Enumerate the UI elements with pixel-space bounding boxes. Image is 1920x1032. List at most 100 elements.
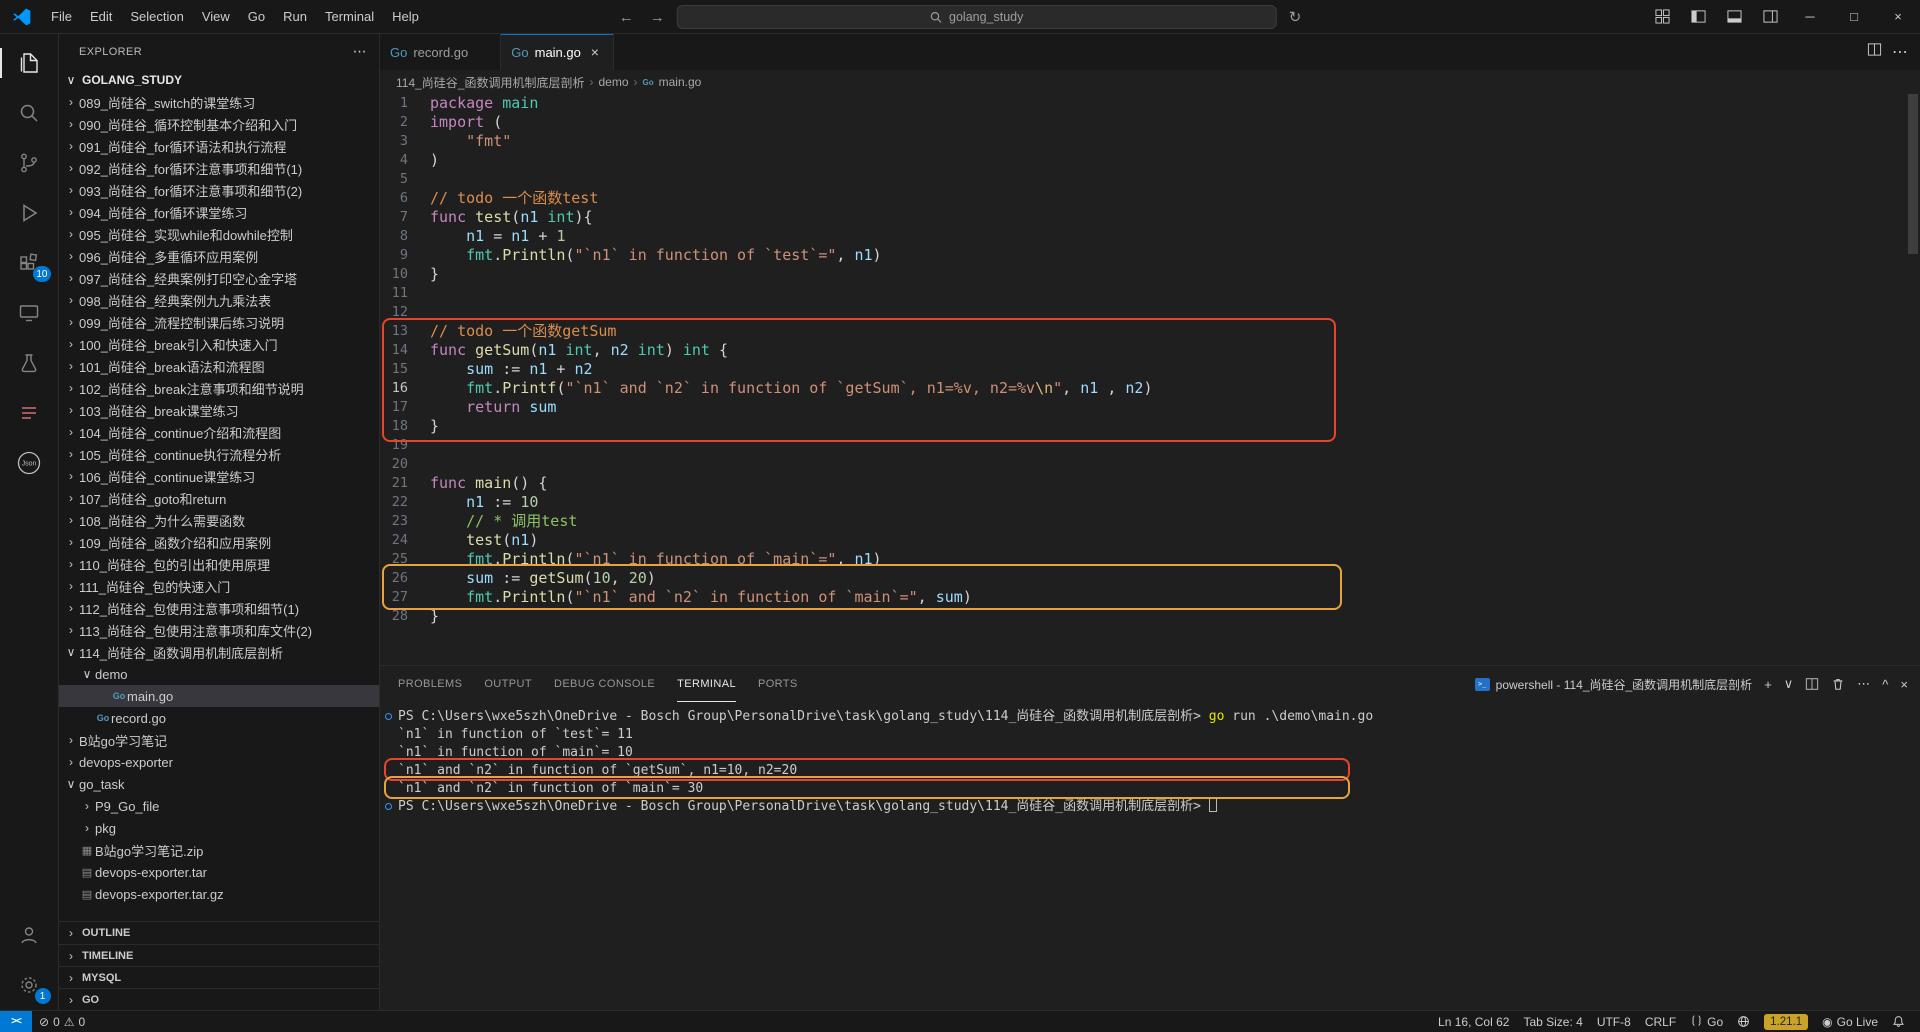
code-line[interactable]: 1 package main	[380, 94, 1920, 113]
breadcrumb[interactable]: 114_尚硅谷_函数调用机制底层剖析 › demo › Go main.go	[380, 70, 1920, 94]
menu-go[interactable]: Go	[239, 0, 274, 34]
tree-item[interactable]: › 094_尚硅谷_for循环课堂练习	[59, 201, 379, 223]
notifications-bell-icon[interactable]	[1885, 1011, 1912, 1032]
extensions-icon[interactable]: 10	[0, 238, 59, 288]
kill-terminal-icon[interactable]	[1831, 677, 1845, 691]
split-terminal-icon[interactable]	[1805, 677, 1819, 691]
code-editor[interactable]: 1 package main 2 import (3 "fmt" 4) 5 6// todo…	[380, 94, 1920, 665]
code-line[interactable]: 15 sum := n1 + n2	[380, 360, 1920, 379]
tree-item[interactable]: › 105_尚硅谷_continue执行流程分析	[59, 443, 379, 465]
eol[interactable]: CRLF	[1638, 1011, 1683, 1032]
close-button[interactable]: ×	[1876, 0, 1920, 34]
tree-item[interactable]: › 108_尚硅谷_为什么需要函数	[59, 509, 379, 531]
menu-selection[interactable]: Selection	[121, 0, 192, 34]
panel-tab-debug-console[interactable]: DEBUG CONSOLE	[554, 666, 655, 702]
tree-item[interactable]: › B站go学习笔记	[59, 729, 379, 751]
panel-tab-terminal[interactable]: TERMINAL	[677, 666, 736, 702]
tree-item[interactable]: Go main.go	[59, 685, 379, 707]
code-line[interactable]: 12	[380, 303, 1920, 322]
menu-run[interactable]: Run	[274, 0, 316, 34]
code-line[interactable]: 2 import (	[380, 113, 1920, 132]
code-line[interactable]: 10}	[380, 265, 1920, 284]
tree-item[interactable]: › 092_尚硅谷_for循环注意事项和细节(1)	[59, 157, 379, 179]
panel-more-icon[interactable]: ⋯	[1857, 676, 1870, 692]
tree-item[interactable]: › 113_尚硅谷_包使用注意事项和库文件(2)	[59, 619, 379, 641]
tab-record.go[interactable]: Go record.go	[380, 34, 502, 70]
tree-item[interactable]: ∨ demo	[59, 663, 379, 685]
code-line[interactable]: 3 "fmt"	[380, 132, 1920, 151]
menu-terminal[interactable]: Terminal	[316, 0, 383, 34]
tree-item[interactable]: › 090_尚硅谷_循环控制基本介绍和入门	[59, 113, 379, 135]
menu-edit[interactable]: Edit	[81, 0, 121, 34]
panel-tab-problems[interactable]: PROBLEMS	[398, 666, 462, 702]
settings-gear-icon[interactable]: 1	[0, 960, 59, 1010]
tree-item[interactable]: › P9_Go_file	[59, 795, 379, 817]
tree-item[interactable]: › 099_尚硅谷_流程控制课后练习说明	[59, 311, 379, 333]
code-line[interactable]: 26 sum := getSum(10, 20)	[380, 569, 1920, 588]
code-line[interactable]: 11	[380, 284, 1920, 303]
menu-view[interactable]: View	[193, 0, 239, 34]
code-line[interactable]: 25 fmt.Println("`n1` in function of `mai…	[380, 550, 1920, 569]
terminal-dropdown-icon[interactable]: ∨	[1784, 676, 1794, 692]
terminal-title[interactable]: >_ powershell - 114_尚硅谷_函数调用机制底层剖析	[1474, 676, 1752, 693]
close-icon[interactable]: ×	[587, 44, 603, 60]
forward-icon[interactable]: →	[646, 9, 669, 26]
sync-icon[interactable]: ↻	[1285, 8, 1306, 26]
layout-sidebar-left-icon[interactable]	[1680, 0, 1716, 34]
workspace-root-header[interactable]: ∨ GOLANG_STUDY	[59, 69, 379, 91]
code-line[interactable]: 7 func test(n1 int){	[380, 208, 1920, 227]
panel-tab-ports[interactable]: PORTS	[758, 666, 798, 702]
code-line[interactable]: 14 func getSum(n1 int, n2 int) int {	[380, 341, 1920, 360]
remote-indicator[interactable]: ><	[0, 1010, 32, 1032]
tree-item[interactable]: › 096_尚硅谷_多重循环应用案例	[59, 245, 379, 267]
go-live-button[interactable]: ◉ Go Live	[1815, 1011, 1885, 1032]
code-line[interactable]: 24 test(n1)	[380, 531, 1920, 550]
terminal[interactable]: PS C:\Users\wxe5szh\OneDrive - Bosch Gro…	[380, 702, 1920, 1010]
code-line[interactable]: 17 return sum	[380, 398, 1920, 417]
tree-item[interactable]: › 103_尚硅谷_break课堂练习	[59, 399, 379, 421]
code-line[interactable]: 28}	[380, 607, 1920, 626]
project-manager-icon[interactable]	[0, 388, 59, 438]
remote-explorer-icon[interactable]	[0, 288, 59, 338]
tree-item[interactable]: Go record.go	[59, 707, 379, 729]
tree-item[interactable]: ▤ devops-exporter.tar.gz	[59, 883, 379, 905]
code-line[interactable]: 27 fmt.Println("`n1` and `n2` in functio…	[380, 588, 1920, 607]
code-line[interactable]: 4)	[380, 151, 1920, 170]
code-line[interactable]: 23 // * 调用test	[380, 512, 1920, 531]
maximize-panel-icon[interactable]: ^	[1882, 677, 1888, 692]
back-icon[interactable]: ←	[615, 9, 638, 26]
sidebar-section-mysql[interactable]: › MYSQL	[59, 966, 379, 988]
command-center-search[interactable]: golang_study	[676, 5, 1277, 29]
close-panel-icon[interactable]: ×	[1900, 677, 1908, 692]
command-decoration-icon[interactable]	[385, 713, 392, 720]
menu-file[interactable]: File	[42, 0, 81, 34]
code-line[interactable]: 9 fmt.Println("`n1` in function of `test…	[380, 246, 1920, 265]
sidebar-section-go[interactable]: › GO	[59, 988, 379, 1010]
tree-item[interactable]: › devops-exporter	[59, 751, 379, 773]
code-line[interactable]: 18}	[380, 417, 1920, 436]
tree-item[interactable]: › 100_尚硅谷_break引入和快速入门	[59, 333, 379, 355]
command-decoration-icon[interactable]	[385, 803, 392, 810]
menu-help[interactable]: Help	[383, 0, 428, 34]
layout-sidebar-right-icon[interactable]	[1752, 0, 1788, 34]
tab-main.go[interactable]: Go main.go ×	[501, 34, 614, 70]
tree-item[interactable]: › 107_尚硅谷_goto和return	[59, 487, 379, 509]
encoding[interactable]: UTF-8	[1590, 1011, 1638, 1032]
minimize-button[interactable]: ─	[1788, 0, 1832, 34]
search-view-icon[interactable]	[0, 88, 59, 138]
code-line[interactable]: 5	[380, 170, 1920, 189]
tree-item[interactable]: › 095_尚硅谷_实现while和dowhile控制	[59, 223, 379, 245]
editor-scrollbar[interactable]	[1908, 94, 1918, 254]
testing-icon[interactable]	[0, 338, 59, 388]
accounts-icon[interactable]	[0, 910, 59, 960]
maximize-button[interactable]: □	[1832, 0, 1876, 34]
tree-item[interactable]: › 112_尚硅谷_包使用注意事项和细节(1)	[59, 597, 379, 619]
code-line[interactable]: 20	[380, 455, 1920, 474]
tree-item[interactable]: › 111_尚硅谷_包的快速入门	[59, 575, 379, 597]
tree-item[interactable]: ∨ go_task	[59, 773, 379, 795]
code-line[interactable]: 6// todo 一个函数test	[380, 189, 1920, 208]
tab-size[interactable]: Tab Size: 4	[1516, 1011, 1589, 1032]
tree-item[interactable]: › 101_尚硅谷_break语法和流程图	[59, 355, 379, 377]
tree-item[interactable]: › 104_尚硅谷_continue介绍和流程图	[59, 421, 379, 443]
tree-item[interactable]: › 093_尚硅谷_for循环注意事项和细节(2)	[59, 179, 379, 201]
